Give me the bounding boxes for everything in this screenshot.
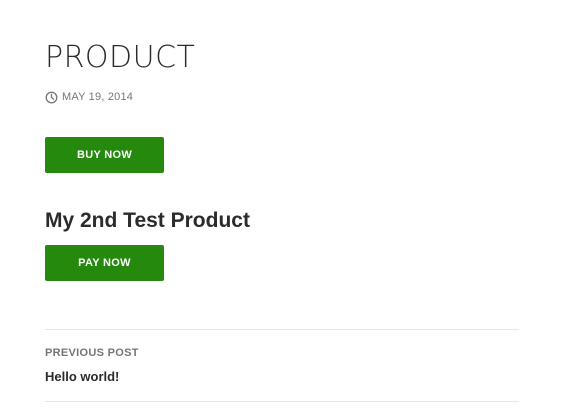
product-title: My 2nd Test Product — [45, 209, 250, 232]
entry-date-text[interactable]: MAY 19, 2014 — [62, 89, 133, 105]
page-title: PRODUCT — [45, 40, 196, 75]
post-navigation-top-divider — [45, 329, 519, 330]
post-navigation-bottom-divider — [45, 401, 519, 402]
clock-icon — [45, 91, 58, 103]
previous-post-label: PREVIOUS POST — [45, 347, 139, 359]
pay-now-button[interactable]: PAY NOW — [45, 245, 164, 281]
buy-now-button[interactable]: BUY NOW — [45, 137, 164, 173]
entry-date[interactable]: MAY 19, 2014 — [45, 89, 133, 105]
previous-post-link[interactable]: Hello world! — [45, 368, 119, 386]
